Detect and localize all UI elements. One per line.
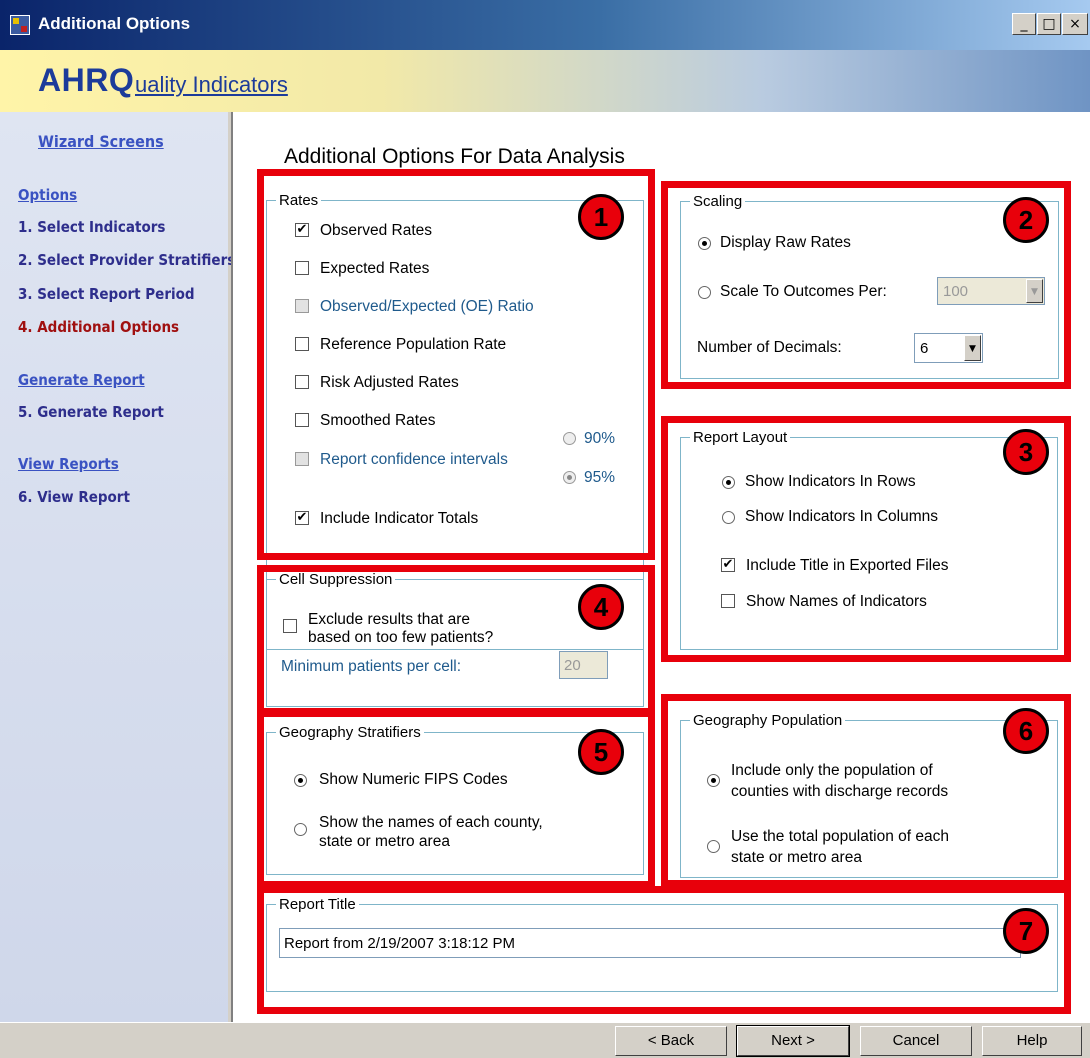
sidebar-item-view-report[interactable]: 6. View Report: [18, 488, 130, 506]
title-bar: Additional Options _ □ ×: [0, 0, 1090, 50]
button-bar: < Back Next > Cancel Help: [0, 1022, 1090, 1058]
sidebar-item-generate-report[interactable]: 5. Generate Report: [18, 403, 164, 421]
badge-6: 6: [1003, 708, 1049, 754]
sidebar-generate-report-link[interactable]: Generate Report: [18, 371, 145, 389]
highlight-box-7: [257, 886, 1071, 1014]
badge-3: 3: [1003, 429, 1049, 475]
sidebar-item-provider-stratifiers[interactable]: 2. Select Provider Stratifiers: [18, 251, 235, 269]
app-icon: [10, 15, 30, 35]
badge-7: 7: [1003, 908, 1049, 954]
cancel-button[interactable]: Cancel: [860, 1026, 972, 1056]
logo-subtitle: uality Indicators: [135, 72, 288, 97]
sidebar-options-link[interactable]: Options: [18, 186, 77, 204]
banner: AHRQ uality Indicators: [0, 50, 1090, 112]
main-panel: Additional Options For Data Analysis Rat…: [231, 112, 1090, 1022]
sidebar-view-reports-link[interactable]: View Reports: [18, 455, 119, 473]
logo-ahrq: AHRQ: [38, 62, 135, 98]
page-title: Additional Options For Data Analysis: [284, 145, 625, 168]
badge-2: 2: [1003, 197, 1049, 243]
wizard-sidebar: Wizard Screens Options 1. Select Indicat…: [0, 112, 235, 1022]
sidebar-item-select-indicators[interactable]: 1. Select Indicators: [18, 218, 165, 236]
next-button[interactable]: Next >: [736, 1025, 850, 1057]
window-title: Additional Options: [38, 14, 191, 33]
wizard-screens-link[interactable]: Wizard Screens: [38, 132, 164, 151]
badge-4: 4: [578, 584, 624, 630]
back-button[interactable]: < Back: [615, 1026, 727, 1056]
badge-5: 5: [578, 729, 624, 775]
minimize-button[interactable]: _: [1012, 13, 1036, 35]
sidebar-item-report-period[interactable]: 3. Select Report Period: [18, 285, 195, 303]
badge-1: 1: [578, 194, 624, 240]
maximize-button[interactable]: □: [1037, 13, 1061, 35]
sidebar-item-additional-options[interactable]: 4. Additional Options: [18, 318, 179, 336]
help-button[interactable]: Help: [982, 1026, 1082, 1056]
close-button[interactable]: ×: [1062, 13, 1088, 35]
